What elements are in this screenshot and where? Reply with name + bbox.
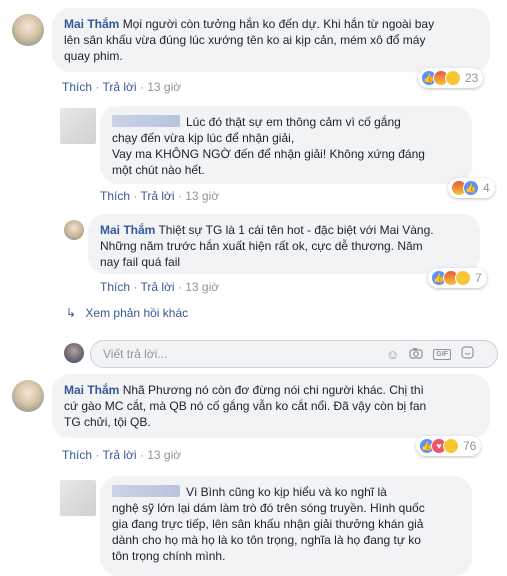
comment-text: chạy đến vừa kịp lúc để nhận giải, (112, 131, 295, 145)
reply-bubble: Lúc đó thật sự em thông cảm vì cố gắng c… (100, 106, 472, 184)
comment-text: Mọi người còn tưởng hắn ko đến dự. Khi h… (122, 17, 435, 31)
comment-text: một chút nào hết. (112, 163, 205, 177)
like-link[interactable]: Thích (100, 280, 130, 294)
reply-link[interactable]: Trả lời (102, 448, 136, 462)
comment-text: TG chửi, tội QB. (64, 415, 151, 429)
comment-actions: Thích · Trả lời · 13 giờ (62, 80, 182, 94)
like-reaction-icon: 👍 (463, 180, 479, 196)
gif-icon[interactable]: GIF (433, 348, 451, 360)
comment-author[interactable]: Mai Thắm (100, 223, 155, 237)
comment-author[interactable]: Mai Thắm (64, 17, 119, 31)
view-more-replies-label[interactable]: Xem phản hồi khác (85, 306, 188, 320)
reaction-summary[interactable]: 👍 7 (428, 268, 487, 288)
reaction-count: 23 (465, 71, 479, 85)
avatar-blurred[interactable] (60, 108, 96, 144)
comment-text: gia đang trực tiếp, lên sân khấu nhận gi… (112, 517, 424, 531)
timestamp[interactable]: 13 giờ (147, 448, 181, 462)
comment-text: Những năm trước hắn xuất hiện rất ok, cự… (100, 239, 423, 253)
author-redacted[interactable] (112, 115, 180, 127)
reply-input-placeholder: Viết trả lời... (103, 347, 168, 361)
reaction-summary[interactable]: 👍 23 (418, 68, 484, 88)
comment-text: dành cho họ mà họ là ko tôn trọng, nghĩa… (112, 533, 421, 547)
view-more-replies[interactable]: ↳ Xem phản hồi khác (66, 306, 188, 320)
comment-text: Vay ma KHÔNG NGỜ đến để nhận giải! Không… (112, 147, 425, 161)
comment-text: quay phim. (64, 49, 123, 63)
current-user-avatar (64, 343, 84, 363)
timestamp[interactable]: 13 giờ (185, 189, 219, 203)
reaction-count: 7 (475, 271, 482, 285)
reply-bubble: Mai Thắm Thiệt sự TG là 1 cái tên hot - … (88, 214, 480, 274)
comment-text: Lúc đó thật sự em thông cảm vì cố gắng (186, 115, 401, 129)
avatar-mai-tham[interactable] (12, 14, 44, 46)
reaction-summary[interactable]: 👍 ♥ 76 (416, 436, 482, 456)
avatar-blurred[interactable] (60, 480, 96, 516)
reaction-summary[interactable]: 👍 4 (448, 178, 495, 198)
comment-author[interactable]: Mai Thắm (64, 383, 119, 397)
timestamp[interactable]: 13 giờ (147, 80, 181, 94)
reply-link[interactable]: Trả lời (140, 280, 174, 294)
like-link[interactable]: Thích (62, 448, 92, 462)
avatar-mai-tham[interactable] (64, 220, 84, 240)
emoji-icon[interactable]: ☺ (386, 347, 399, 362)
comment-text: lên sân khấu vừa đúng lúc xướng tên ko a… (64, 33, 426, 47)
comment-text: nay fail quá fail (100, 255, 181, 269)
like-link[interactable]: Thích (62, 80, 92, 94)
sad-reaction-icon (455, 270, 471, 286)
camera-icon[interactable] (409, 347, 423, 362)
sticker-icon[interactable] (461, 346, 474, 362)
timestamp[interactable]: 13 giờ (185, 280, 219, 294)
comment-actions: Thích · Trả lời · 13 giờ (62, 448, 182, 462)
comment-text: Thiệt sự TG là 1 cái tên hot - đặc biệt … (158, 223, 434, 237)
comment-text: cứ gào MC cắt, mà QB nó cố gắng vẫn ko c… (64, 399, 427, 413)
comment-text: tôn trọng chính mình. (112, 549, 226, 563)
sad-reaction-icon (443, 438, 459, 454)
reply-arrow-icon: ↳ (66, 306, 77, 320)
comment-text: Vì Bình cũng ko kịp hiểu và ko nghĩ là (186, 485, 387, 499)
comment-actions: Thích · Trả lời · 13 giờ (100, 189, 220, 203)
reply-input-tools: ☺ GIF (386, 346, 474, 362)
comment-text: nghệ sỹ lớn lại dám làm trò đó trên sóng… (112, 501, 425, 515)
reply-bubble: Vì Bình cũng ko kịp hiểu và ko nghĩ là n… (100, 476, 472, 576)
comment-text: Nhã Phương nó còn đơ đừng nói chi người … (122, 383, 424, 397)
comment-bubble: Mai Thắm Nhã Phương nó còn đơ đừng nói c… (52, 374, 490, 438)
reaction-count: 76 (463, 439, 477, 453)
comment-bubble: Mai Thắm Mọi người còn tưởng hắn ko đến … (52, 8, 490, 72)
comment-actions: Thích · Trả lời · 13 giờ (100, 280, 220, 294)
reply-link[interactable]: Trả lời (140, 189, 174, 203)
sad-reaction-icon (445, 70, 461, 86)
avatar-mai-tham[interactable] (12, 380, 44, 412)
reaction-count: 4 (483, 181, 490, 195)
author-redacted[interactable] (112, 485, 180, 497)
reply-link[interactable]: Trả lời (102, 80, 136, 94)
like-link[interactable]: Thích (100, 189, 130, 203)
